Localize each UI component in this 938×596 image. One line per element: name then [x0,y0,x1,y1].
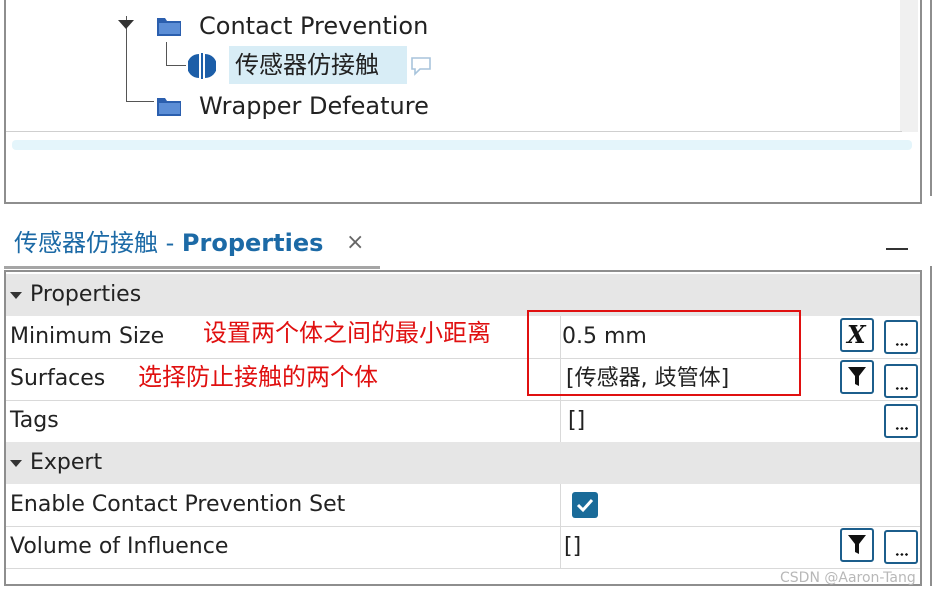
collapse-triangle-icon [10,459,22,467]
title-separator: - [158,229,182,257]
column-divider [560,400,561,442]
tree-connector [126,101,154,102]
filter-button[interactable] [840,360,874,394]
properties-title-label: Properties [181,229,324,257]
collapse-triangle-icon [10,291,22,299]
annotation-surfaces: 选择防止接触的两个体 [138,363,378,391]
property-row-enable-contact-prevention-set[interactable]: Enable Contact Prevention Set [6,484,920,526]
tree-item-label: 传感器仿接触 [235,51,379,79]
model-tree-panel [4,0,922,204]
more-button[interactable] [884,364,918,398]
more-button[interactable] [884,530,918,564]
more-button[interactable] [884,320,918,354]
frame-divider [930,0,932,196]
property-label: Surfaces [10,366,106,391]
expression-icon: X [847,320,866,349]
frame-divider [930,266,932,586]
property-label: Tags [10,408,59,433]
property-label: Enable Contact Prevention Set [10,492,346,517]
enable-contact-prevention-checkbox[interactable] [572,492,598,518]
column-divider [560,484,561,568]
filter-icon [848,367,866,386]
group-header-label: Expert [10,442,102,484]
properties-object-name: 传感器仿接触 [14,229,158,257]
expression-button[interactable]: X [840,318,874,352]
watermark: CSDN @Aaron-Tang [780,570,916,586]
property-row-volume-of-influence[interactable]: Volume of Influence [] [6,526,920,568]
contact-prevention-icon [188,53,216,79]
property-label: Minimum Size [10,324,165,349]
tree-vertical-scrollbar[interactable] [900,0,918,132]
property-row-tags[interactable]: Tags [] [6,400,920,442]
volume-of-influence-value[interactable]: [] [564,526,581,568]
tab-underline [4,266,380,269]
annotation-minimum-size: 设置两个体之间的最小距离 [203,319,491,347]
checkmark-icon [576,498,594,513]
tree-item-label: Wrapper Defeature [199,92,429,120]
comment-icon[interactable] [410,56,432,76]
folder-icon [157,98,181,116]
folder-icon [157,18,181,36]
more-button[interactable] [884,404,918,438]
annotation-highlight-box [527,310,801,396]
tree-collapse-toggle[interactable] [118,20,134,32]
group-header-expert[interactable]: Expert [6,442,920,484]
filter-button[interactable] [840,528,874,562]
property-label: Volume of Influence [10,534,229,559]
tags-value[interactable]: [] [568,400,585,442]
tree-connector [166,42,167,66]
minimize-icon[interactable] [886,248,908,250]
tree-connector [166,65,186,66]
row-divider [6,568,920,569]
close-tab-icon[interactable]: × [346,230,364,255]
tree-item-label: Contact Prevention [199,12,429,40]
group-header-label: Properties [10,274,141,316]
filter-icon [848,535,866,554]
tree-horizontal-scrollbar[interactable] [12,140,912,150]
properties-panel-tab[interactable]: 传感器仿接触 - Properties [14,228,323,258]
tree-separator [6,131,902,132]
